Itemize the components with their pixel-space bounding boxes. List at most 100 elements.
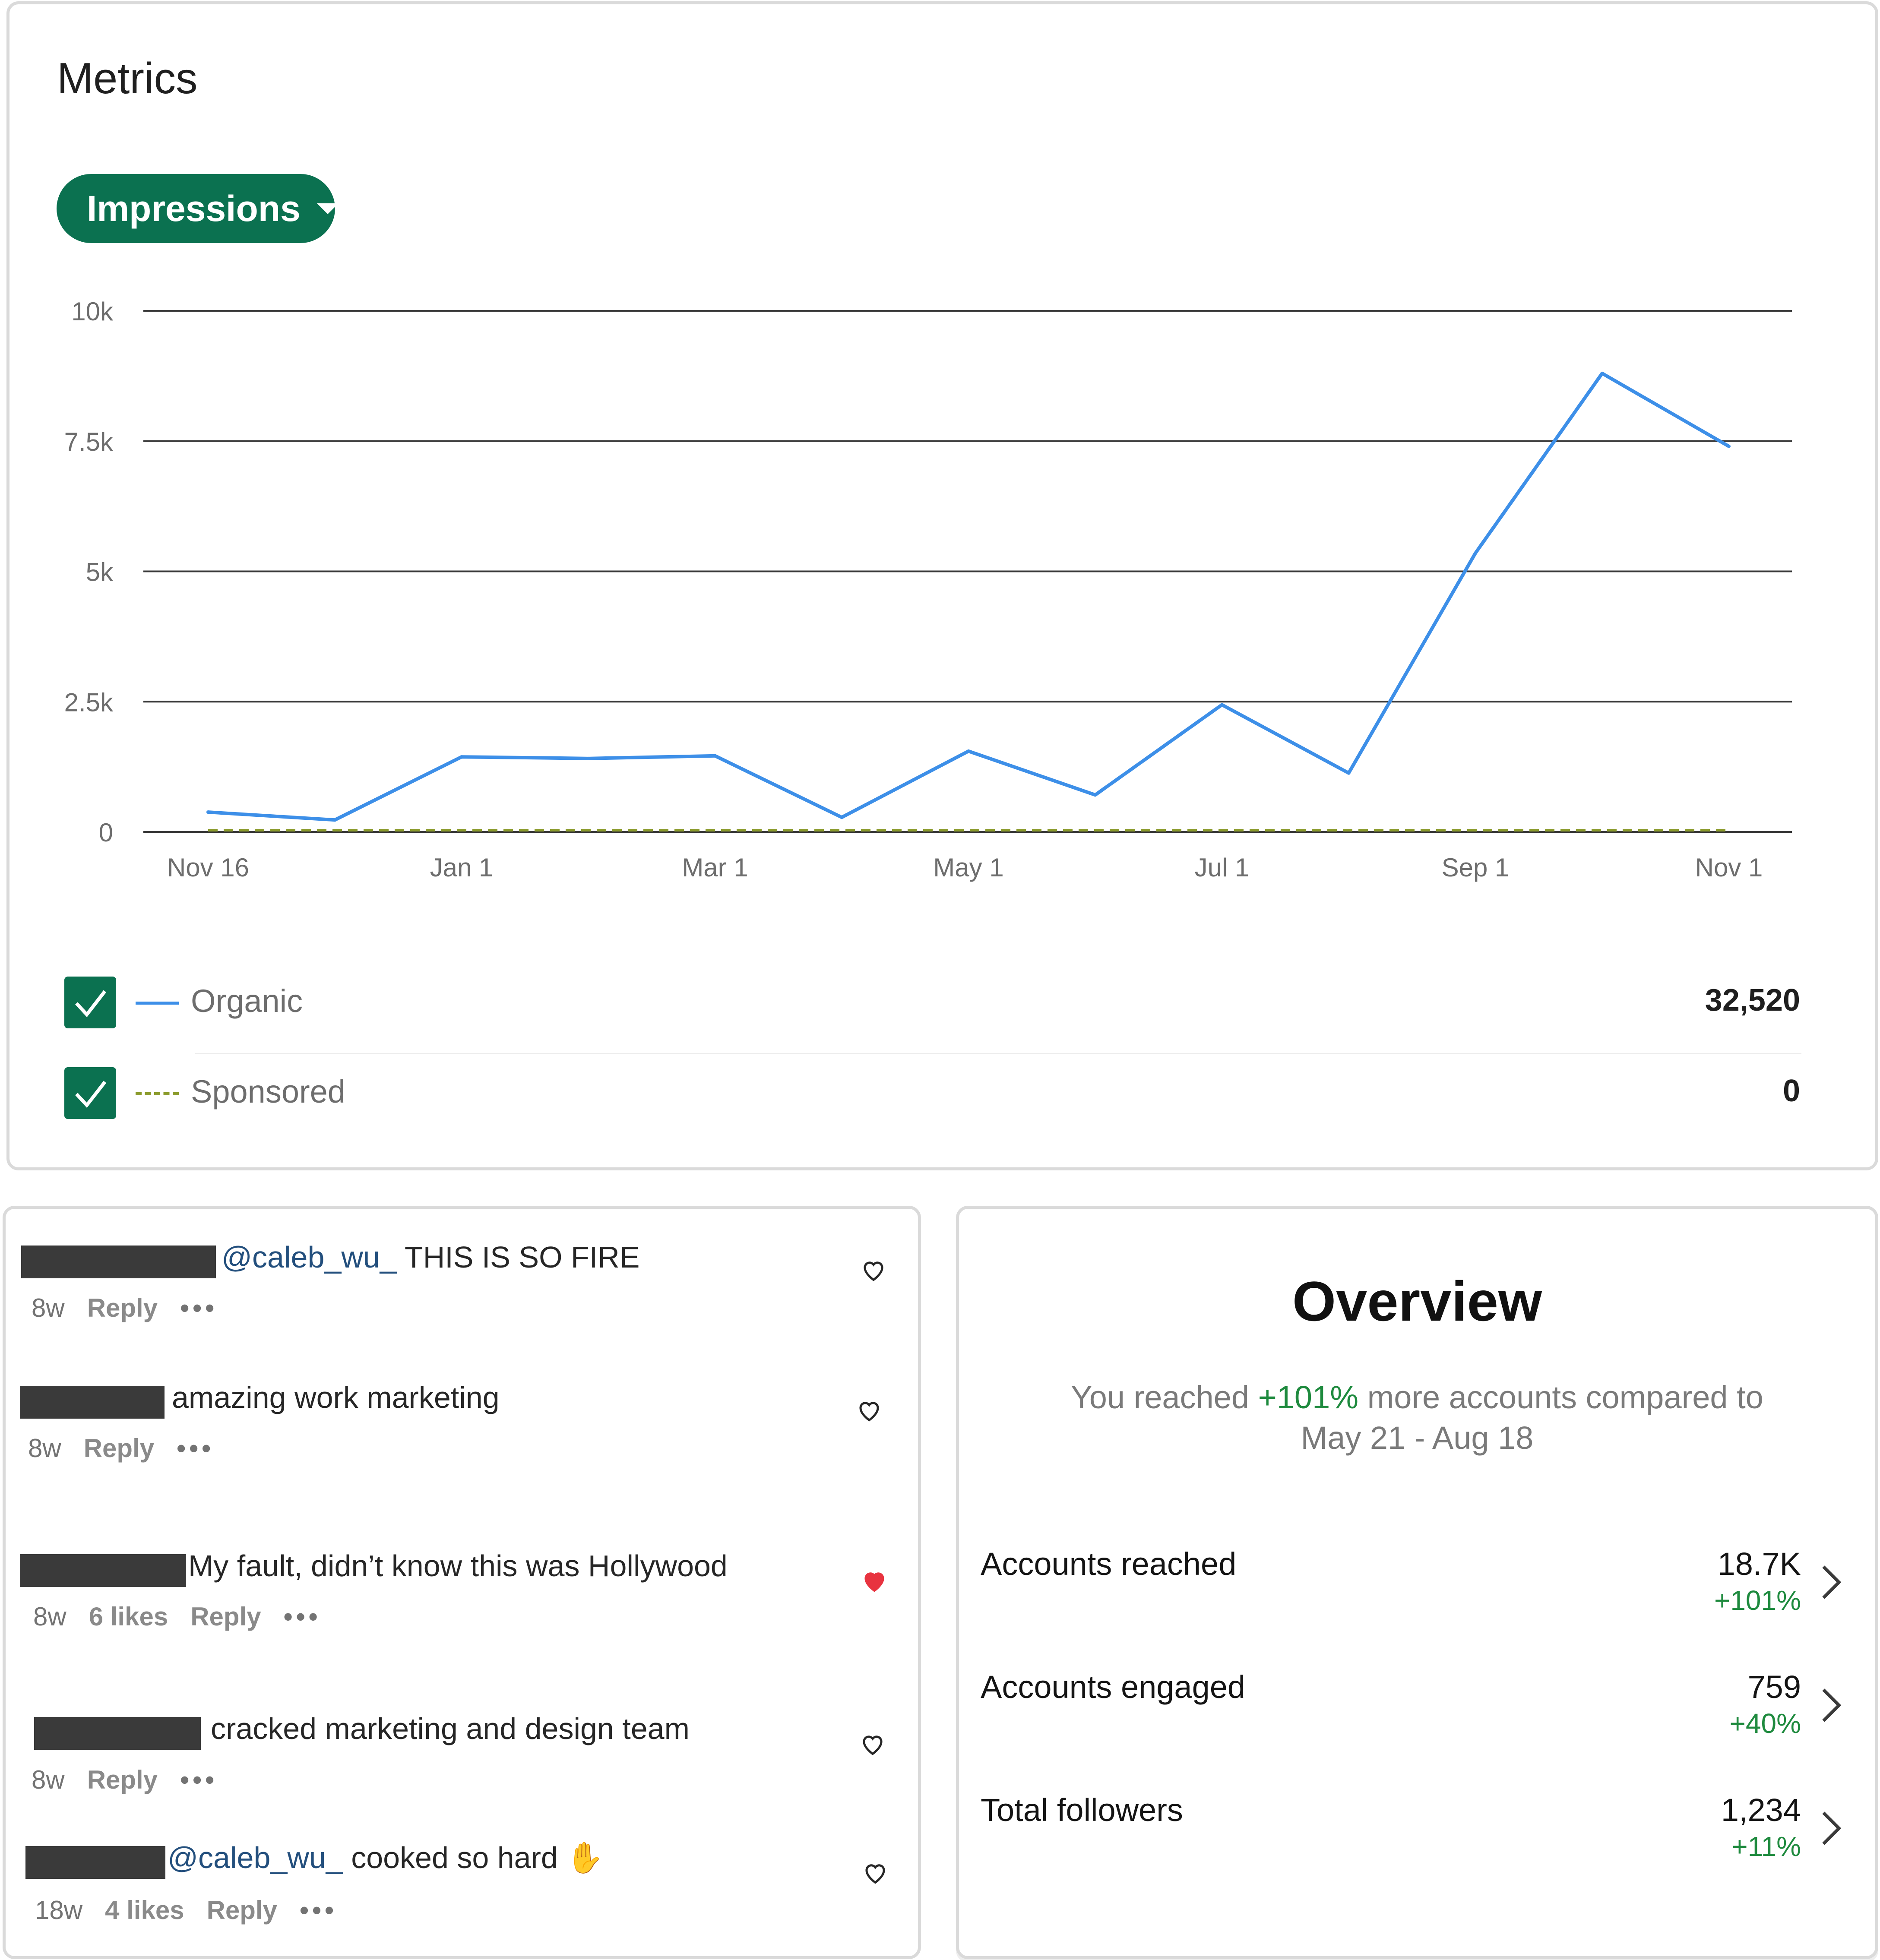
x-tick-label: Jul 1 (1195, 853, 1250, 882)
comment-text: amazing work marketing (172, 1380, 500, 1415)
heart-outline-icon[interactable] (862, 1860, 888, 1886)
comment-age: 8w (32, 1293, 65, 1322)
sponsored-line-swatch (136, 1092, 179, 1095)
x-tick-label: Nov 1 (1695, 853, 1763, 882)
reply-button[interactable]: Reply (87, 1293, 158, 1322)
organic-data-point (206, 810, 210, 814)
comment-meta: 18w 4 likes Reply ••• (35, 1895, 360, 1925)
subtitle-text: You reached (1071, 1379, 1258, 1415)
overview-title: Overview (1292, 1270, 1542, 1333)
likes-count[interactable]: 6 likes (89, 1602, 168, 1631)
comment-age: 8w (28, 1434, 61, 1463)
overview-subtitle: You reached +101% more accounts compared… (1011, 1377, 1823, 1458)
comment-meta: 8w Reply ••• (28, 1433, 237, 1463)
x-tick-label: Jan 1 (430, 853, 494, 882)
comment-meta: 8w Reply ••• (32, 1293, 240, 1323)
row-value: 759 (1747, 1669, 1801, 1705)
comment-text: @caleb_wu_ cooked so hard ✋ (168, 1840, 604, 1876)
x-tick-label: Sep 1 (1442, 853, 1510, 882)
row-value: 18.7K (1717, 1546, 1801, 1582)
y-tick-label: 10k (71, 297, 114, 326)
chevron-right-icon (1822, 1565, 1842, 1599)
comment-body: cracked marketing and design team (211, 1712, 690, 1745)
comment-text: cracked marketing and design team (211, 1711, 690, 1746)
row-delta: +101% (1714, 1585, 1801, 1616)
organic-line-swatch (136, 1002, 179, 1005)
overview-panel: Overview You reached +101% more accounts… (956, 1206, 1878, 1959)
heart-outline-icon[interactable] (861, 1257, 886, 1283)
sponsored-total: 0 (1782, 1074, 1800, 1108)
y-tick-label: 7.5k (64, 427, 114, 456)
row-label: Accounts engaged (981, 1669, 1246, 1705)
y-tick-label: 2.5k (64, 688, 114, 717)
heart-outline-icon[interactable] (860, 1731, 886, 1757)
comment-meta: 8w 6 likes Reply ••• (33, 1602, 344, 1631)
impressions-line-chart: 0 2.5k 5k 7.5k 10k Nov 16 Jan 1 Mar 1 May 1 Jul 1… (64, 297, 1792, 882)
more-options-icon[interactable]: ••• (300, 1896, 337, 1925)
comment-text: @caleb_wu_ THIS IS SO FIRE (222, 1240, 639, 1274)
mention-link[interactable]: @caleb_wu_ (168, 1841, 343, 1875)
subtitle-percent: +101% (1258, 1379, 1359, 1415)
comment-body: My fault, didn’t know this was Hollywood (188, 1549, 728, 1583)
redacted-username (20, 1554, 186, 1587)
comment-meta: 8w Reply ••• (32, 1765, 240, 1795)
comment-text: My fault, didn’t know this was Hollywood (188, 1549, 728, 1583)
checkmark-icon (75, 990, 107, 1018)
comment-body: amazing work marketing (172, 1381, 500, 1414)
legend-label-organic: Organic (191, 983, 303, 1019)
row-delta: +40% (1729, 1708, 1801, 1739)
legend-organic: Organic 32,520 (64, 977, 1800, 1033)
redacted-username (34, 1717, 201, 1750)
organic-data-point (967, 749, 970, 753)
more-options-icon[interactable]: ••• (284, 1602, 321, 1631)
organic-data-point (333, 818, 337, 822)
legend-divider (195, 1053, 1801, 1054)
accounts-engaged-row[interactable]: Accounts engaged 759 +40% (981, 1669, 1853, 1764)
organic-data-point (586, 756, 590, 760)
organic-data-point (1600, 371, 1604, 375)
organic-data-point (1727, 444, 1731, 448)
comment-body: THIS IS SO FIRE (396, 1240, 640, 1274)
row-value: 1,234 (1721, 1792, 1801, 1828)
x-tick-label: May 1 (933, 853, 1003, 882)
row-label: Accounts reached (981, 1546, 1237, 1582)
more-options-icon[interactable]: ••• (180, 1293, 218, 1322)
y-tick-label: 0 (99, 818, 113, 847)
organic-data-point (460, 755, 463, 759)
likes-count[interactable]: 4 likes (105, 1896, 184, 1925)
total-followers-row[interactable]: Total followers 1,234 +11% (981, 1792, 1853, 1887)
checkmark-icon (75, 1081, 107, 1108)
organic-data-point (1093, 793, 1097, 797)
comment-age: 8w (33, 1602, 66, 1631)
heart-outline-icon[interactable] (856, 1397, 882, 1423)
reply-button[interactable]: Reply (84, 1434, 154, 1463)
mention-link[interactable]: @caleb_wu_ (222, 1240, 397, 1274)
y-tick-label: 5k (86, 558, 114, 587)
heart-filled-icon[interactable] (861, 1568, 887, 1594)
comments-panel: @caleb_wu_ THIS IS SO FIRE 8w Reply ••• am… (3, 1206, 921, 1959)
organic-checkbox[interactable] (64, 977, 116, 1028)
legend-sponsored: Sponsored 0 (64, 1067, 1800, 1123)
accounts-reached-row[interactable]: Accounts reached 18.7K +101% (981, 1546, 1853, 1641)
more-options-icon[interactable]: ••• (177, 1434, 214, 1463)
row-delta: +11% (1731, 1831, 1801, 1862)
row-label: Total followers (981, 1792, 1183, 1828)
organic-data-point (1220, 703, 1224, 707)
legend-label-sponsored: Sponsored (191, 1074, 345, 1110)
chevron-right-icon (1822, 1811, 1842, 1845)
reply-button[interactable]: Reply (87, 1765, 158, 1794)
reply-button[interactable]: Reply (190, 1602, 261, 1631)
x-tick-label: Mar 1 (682, 853, 748, 882)
comment-body: cooked so hard ✋ (342, 1841, 604, 1875)
reply-button[interactable]: Reply (207, 1896, 277, 1925)
more-options-icon[interactable]: ••• (180, 1765, 218, 1794)
sponsored-checkbox[interactable] (64, 1067, 116, 1119)
organic-data-point (840, 816, 844, 819)
organic-data-point (1474, 551, 1477, 555)
chevron-right-icon (1822, 1688, 1842, 1722)
metrics-panel: Metrics Impressions 0 2.5k 5k 7.5k 10k Nov 16… (6, 1, 1878, 1170)
redacted-username (21, 1246, 216, 1278)
redacted-username (25, 1846, 165, 1879)
organic-data-point (713, 754, 717, 758)
comment-age: 18w (35, 1896, 83, 1925)
